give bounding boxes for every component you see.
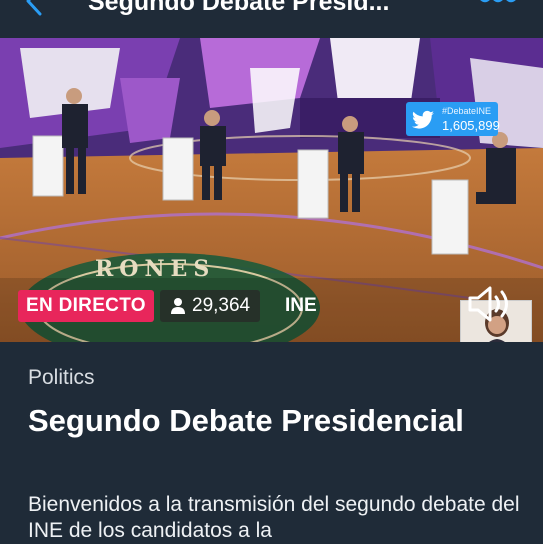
back-chevron-icon[interactable]	[18, 0, 48, 16]
twitter-hashtag: #DebateINE	[442, 106, 492, 116]
person-icon	[171, 298, 185, 314]
twitter-counter-badge: #DebateINE 1,605,899	[406, 102, 500, 136]
twitter-count: 1,605,899	[442, 118, 500, 133]
nav-title: Segundo Debate Presid...	[88, 0, 390, 16]
live-status-badge: EN DIRECTO	[18, 290, 154, 322]
speaker-sound-icon[interactable]	[466, 284, 514, 324]
category-label: Politics	[28, 366, 95, 389]
stream-description: Bienvenidos a la transmisión del segundo…	[28, 493, 520, 542]
more-options-icon[interactable]	[478, 0, 518, 10]
viewer-count: 29,364	[192, 295, 251, 316]
twitter-bird-icon	[412, 110, 434, 129]
channel-name: INE	[285, 295, 317, 316]
viewer-count-badge: 29,364	[160, 290, 261, 322]
top-nav-bar: Segundo Debate Presid...	[0, 0, 543, 38]
stream-title: Segundo Debate Presidencial	[28, 403, 464, 438]
